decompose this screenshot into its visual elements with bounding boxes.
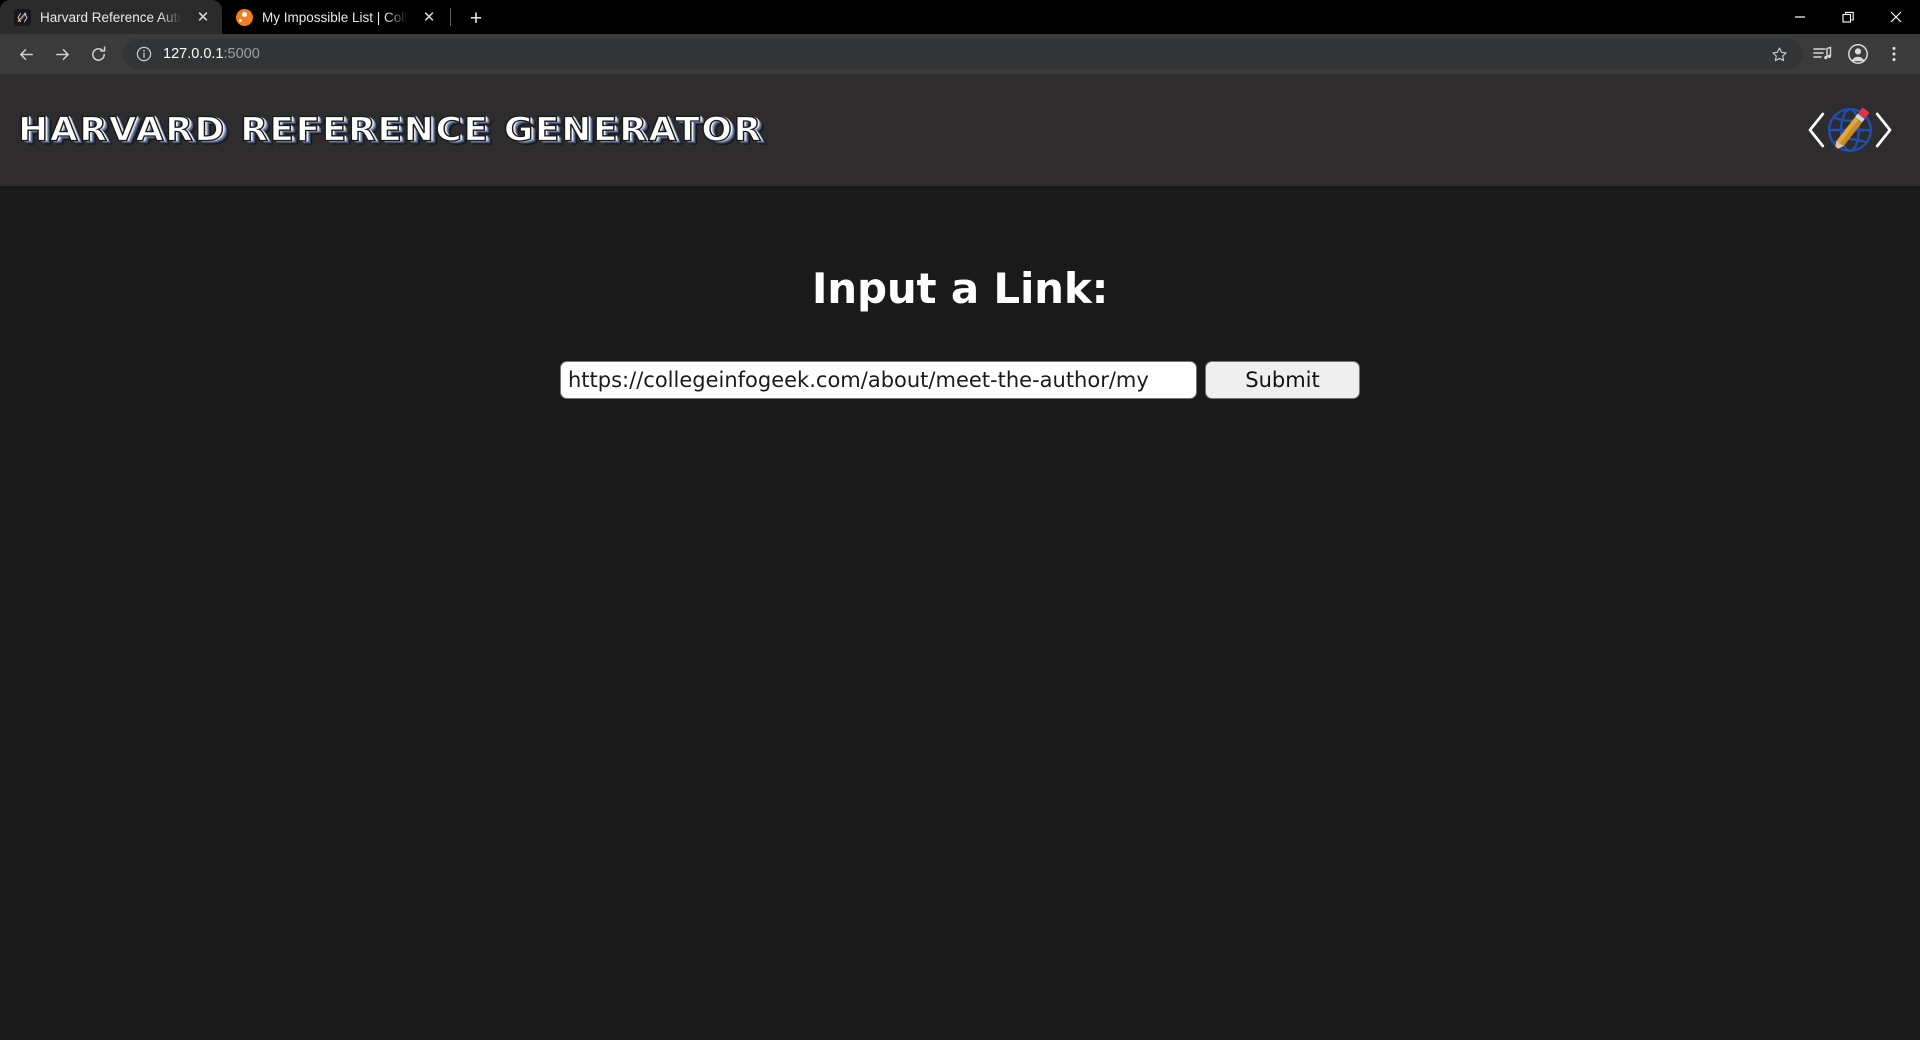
profile-avatar-icon[interactable]: [1841, 37, 1875, 71]
tab-divider: [450, 8, 451, 26]
close-icon[interactable]: ✕: [418, 6, 440, 28]
window-controls: [1776, 0, 1920, 34]
input-link-heading: Input a Link:: [811, 264, 1109, 313]
url-text: 127.0.0.1:5000: [163, 46, 260, 62]
page-viewport: HARVARD REFERENCE GENERATOR Input a Link…: [0, 74, 1920, 1040]
link-form: Submit: [0, 361, 1920, 399]
page-title: HARVARD REFERENCE GENERATOR: [17, 110, 763, 150]
globe-pencil-code-logo: [1802, 98, 1898, 162]
site-header: HARVARD REFERENCE GENERATOR: [0, 74, 1920, 186]
forward-arrow-icon[interactable]: [45, 37, 79, 71]
tab-my-impossible-list[interactable]: My Impossible List | College Info ✕: [222, 0, 448, 34]
main-content: Input a Link: Submit: [0, 186, 1920, 399]
back-arrow-icon[interactable]: [9, 37, 43, 71]
url-host: 127.0.0.1: [163, 46, 224, 62]
url-port: :5000: [223, 46, 260, 62]
close-icon[interactable]: ✕: [192, 6, 214, 28]
star-icon[interactable]: [1767, 42, 1791, 66]
three-dot-menu-icon[interactable]: [1877, 37, 1911, 71]
submit-button[interactable]: Submit: [1205, 361, 1360, 399]
new-tab-button[interactable]: +: [459, 4, 493, 34]
tab-title: My Impossible List | College Info: [262, 9, 409, 25]
tab-title: Harvard Reference Auto Builder -: [40, 9, 183, 25]
browser-window: Harvard Reference Auto Builder - ✕ My Im…: [0, 0, 1920, 1040]
orange-circle-icon: [236, 8, 253, 26]
tab-strip: Harvard Reference Auto Builder - ✕ My Im…: [0, 0, 1920, 34]
tab-harvard-reference-auto-builder[interactable]: Harvard Reference Auto Builder - ✕: [0, 0, 222, 34]
reading-list-icon[interactable]: [1805, 37, 1839, 71]
minimize-icon[interactable]: [1776, 0, 1824, 34]
info-circle-icon[interactable]: [135, 45, 153, 63]
maximize-restore-icon[interactable]: [1824, 0, 1872, 34]
pencil-code-icon: [14, 8, 31, 26]
reload-icon[interactable]: [81, 37, 115, 71]
browser-toolbar: 127.0.0.1:5000: [0, 34, 1920, 74]
close-window-icon[interactable]: [1872, 0, 1920, 34]
link-input[interactable]: [560, 361, 1197, 399]
address-bar[interactable]: 127.0.0.1:5000: [123, 39, 1803, 69]
